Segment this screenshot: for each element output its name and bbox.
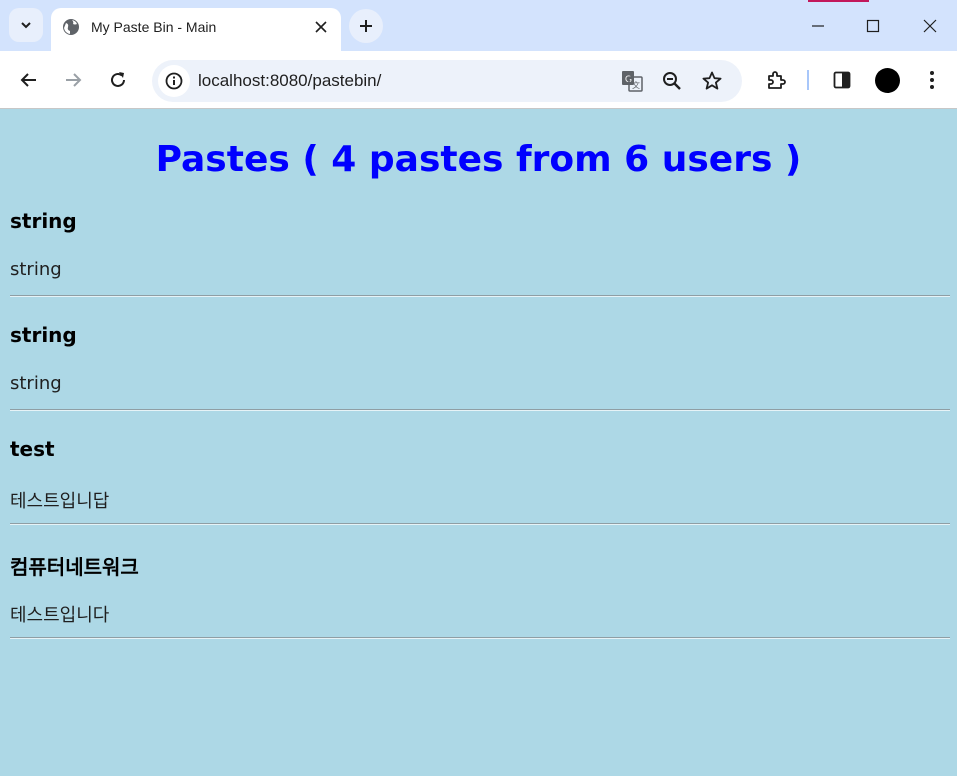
tab-close-button[interactable] (311, 17, 331, 37)
puzzle-icon (768, 71, 786, 89)
paste-item: string string (10, 209, 950, 323)
new-tab-button[interactable] (349, 9, 383, 43)
paste-item: string string (10, 323, 950, 437)
globe-icon (63, 19, 79, 35)
close-window-button[interactable] (912, 8, 948, 44)
divider (10, 523, 950, 525)
maximize-icon (866, 19, 880, 33)
paste-content: string (10, 373, 62, 394)
bookmark-button[interactable] (696, 65, 728, 97)
more-vertical-icon (930, 71, 934, 89)
page-content: Pastes ( 4 pastes from 6 users ) string … (0, 109, 957, 776)
address-bar[interactable]: localhost:8080/pastebin/ G文 (152, 60, 742, 102)
page-title: Pastes ( 4 pastes from 6 users ) (155, 139, 802, 180)
maximize-button[interactable] (855, 8, 891, 44)
plus-icon (360, 20, 372, 32)
back-button[interactable] (12, 63, 46, 97)
divider (10, 409, 950, 411)
window-accent (808, 0, 869, 2)
paste-item: 컴퓨터네트워크 테스트입니다 (10, 551, 950, 665)
chevron-down-icon (21, 22, 31, 29)
menu-button[interactable] (915, 63, 949, 97)
divider (10, 637, 950, 639)
minimize-icon (812, 25, 824, 27)
translate-icon: G文 (622, 71, 643, 92)
side-panel-icon (833, 71, 851, 89)
arrow-left-icon (20, 73, 36, 87)
translate-button[interactable]: G文 (616, 65, 648, 97)
url-text[interactable]: localhost:8080/pastebin/ (198, 71, 381, 91)
close-icon (315, 21, 327, 33)
paste-title: string (10, 209, 77, 233)
paste-item: test 테스트입니답 (10, 437, 950, 551)
forward-button[interactable] (56, 63, 90, 97)
paste-content: 테스트입니다 (10, 605, 110, 626)
toolbar-separator (807, 70, 809, 90)
paste-content: 테스트입니답 (10, 491, 110, 512)
extensions-button[interactable] (759, 63, 793, 97)
arrow-right-icon (66, 73, 82, 87)
paste-title: test (10, 437, 55, 461)
close-icon (923, 19, 937, 33)
tab-search-button[interactable] (9, 8, 43, 42)
browser-toolbar: localhost:8080/pastebin/ G文 (0, 51, 957, 109)
zoom-button[interactable] (656, 65, 688, 97)
profile-avatar[interactable] (875, 68, 900, 93)
side-panel-button[interactable] (825, 63, 859, 97)
info-icon (165, 72, 183, 90)
tab-strip: My Paste Bin - Main (0, 0, 957, 51)
reload-button[interactable] (101, 63, 135, 97)
star-icon (702, 71, 722, 90)
divider (10, 295, 950, 297)
paste-title: 컴퓨터네트워크 (10, 555, 139, 579)
paste-content: string (10, 259, 62, 280)
svg-text:文: 文 (632, 80, 640, 90)
browser-tab[interactable]: My Paste Bin - Main (51, 8, 341, 51)
zoom-out-icon (663, 72, 681, 90)
tab-title: My Paste Bin - Main (91, 19, 217, 35)
reload-icon (111, 72, 125, 87)
minimize-button[interactable] (800, 8, 836, 44)
site-info-button[interactable] (158, 65, 190, 97)
paste-title: string (10, 323, 77, 347)
